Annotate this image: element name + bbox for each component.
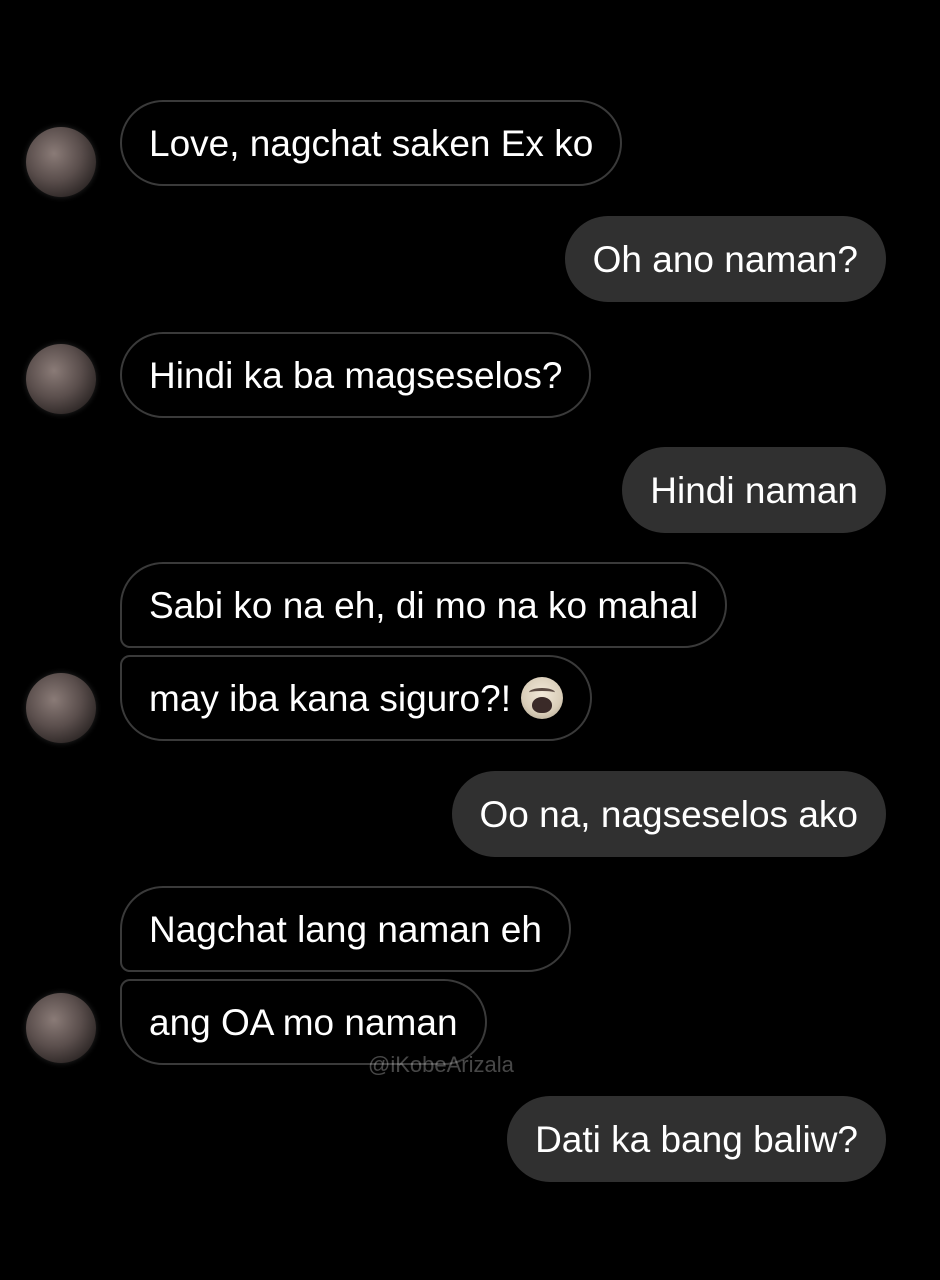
message-text: Sabi ko na eh, di mo na ko mahal <box>149 584 699 626</box>
incoming-message[interactable]: may iba kana siguro?! <box>120 655 592 741</box>
outgoing-message[interactable]: Oo na, nagseselos ako <box>451 771 886 857</box>
outgoing-message[interactable]: Oh ano naman? <box>564 216 886 302</box>
message-text: may iba kana siguro?! <box>149 677 511 719</box>
outgoing-message[interactable]: Hindi naman <box>622 447 886 533</box>
message-text: Love, nagchat saken Ex ko <box>149 122 594 164</box>
message-text: Nagchat lang naman eh <box>149 908 542 950</box>
message-text: Hindi ka ba magseselos? <box>149 354 563 396</box>
contact-avatar[interactable] <box>26 127 96 197</box>
contact-avatar[interactable] <box>26 344 96 414</box>
crying-face-icon <box>520 677 563 719</box>
message-text: Hindi naman <box>650 469 858 511</box>
incoming-message[interactable]: Love, nagchat saken Ex ko <box>120 100 623 186</box>
message-text: Dati ka bang baliw? <box>535 1118 858 1160</box>
outgoing-message[interactable]: Dati ka bang baliw? <box>507 1096 886 1182</box>
message-text: ang OA mo naman <box>149 1001 458 1043</box>
incoming-message[interactable]: Hindi ka ba magseselos? <box>120 332 592 418</box>
contact-avatar[interactable] <box>26 993 96 1063</box>
watermark: @iKobeArizala <box>368 1052 514 1077</box>
chat-thread: Love, nagchat saken Ex ko Oh ano naman? … <box>0 0 940 1280</box>
incoming-message[interactable]: Nagchat lang naman eh <box>120 886 571 972</box>
message-text: Oh ano naman? <box>592 238 858 280</box>
incoming-message[interactable]: Sabi ko na eh, di mo na ko mahal <box>120 562 728 648</box>
contact-avatar[interactable] <box>26 673 96 743</box>
message-text: Oo na, nagseselos ako <box>479 793 858 835</box>
